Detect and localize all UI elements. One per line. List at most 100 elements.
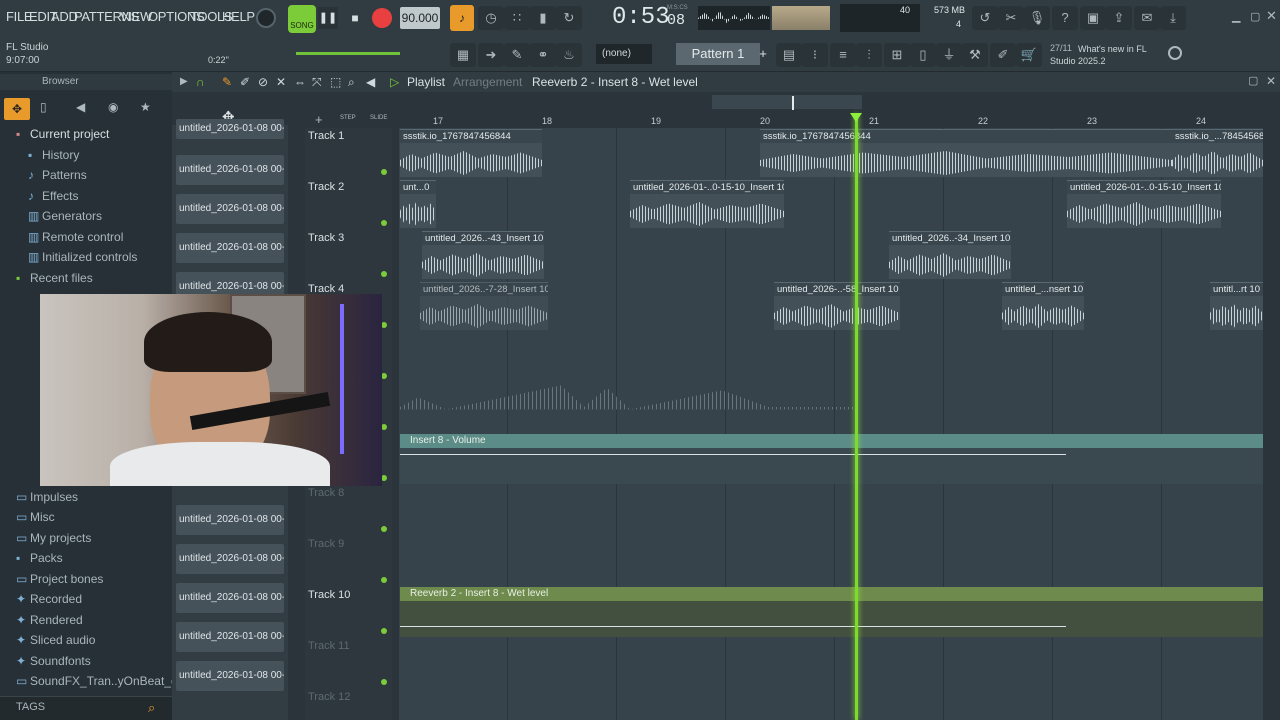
track-mute-led[interactable] bbox=[381, 526, 387, 532]
add-pattern-icon[interactable]: + bbox=[756, 43, 770, 65]
browser-item-soundfx[interactable]: ▭ SoundFX_Tran..yOnBeat_com bbox=[16, 674, 194, 688]
browser-item-recorded[interactable]: ✦ Recorded bbox=[16, 592, 82, 606]
loop-record-icon[interactable]: ↻ bbox=[556, 6, 582, 30]
snap-select[interactable]: (none) bbox=[596, 44, 652, 64]
pause-icon[interactable]: ❚❚ bbox=[318, 7, 338, 29]
song-mode-button[interactable]: SONG bbox=[288, 5, 316, 33]
master-volume-knob[interactable] bbox=[256, 8, 276, 28]
download-icon[interactable]: ⤓ bbox=[1160, 6, 1186, 30]
track-mute-led[interactable] bbox=[381, 271, 387, 277]
browser-files-tab-icon[interactable]: ▯ bbox=[40, 100, 47, 114]
audio-clip[interactable]: untitled_...nsert 10 bbox=[1002, 282, 1084, 330]
browser-favorites-tab-icon[interactable]: ★ bbox=[140, 100, 151, 114]
track-name[interactable]: Track 2 bbox=[308, 181, 344, 193]
browser-item-misc[interactable]: ▭ Misc bbox=[16, 510, 55, 524]
browser-item-rendered[interactable]: ✦ Rendered bbox=[16, 613, 83, 627]
picker-item[interactable]: untitled_2026-01-08 00-... bbox=[176, 622, 284, 652]
browser-item-my-projects[interactable]: ▭ My projects bbox=[16, 531, 91, 545]
piano-roll-icon[interactable]: ▦ bbox=[450, 43, 476, 67]
browser-item-sliced-audio[interactable]: ✦ Sliced audio bbox=[16, 633, 95, 647]
track-name[interactable]: Track 10 bbox=[308, 589, 350, 601]
playlist-scrollbar[interactable] bbox=[1265, 128, 1280, 720]
browser-plugins-tab-icon[interactable]: ◀ bbox=[76, 100, 85, 114]
news-text[interactable]: What's new in FL Studio 2025.2 bbox=[1050, 43, 1160, 67]
audio-clip[interactable]: unt...0 bbox=[400, 180, 436, 228]
audio-clip[interactable]: ssstik.io_1767847456844 bbox=[400, 129, 542, 177]
link-icon[interactable]: ⚭ bbox=[530, 43, 556, 67]
track-mute-led[interactable] bbox=[381, 577, 387, 583]
chat-icon[interactable]: ✉ bbox=[1134, 6, 1160, 30]
audio-clip-muted[interactable]: untitled_2026..-7-28_Insert 10 bbox=[420, 282, 548, 330]
track-name[interactable]: Track 1 bbox=[308, 130, 344, 142]
mic-icon[interactable]: 🎙 bbox=[1024, 6, 1050, 30]
picker-item[interactable]: untitled_2026-01-08 00-... bbox=[176, 194, 284, 224]
main-pitch-slider[interactable] bbox=[296, 52, 400, 55]
browser-item-current-project[interactable]: ▪ Current project bbox=[16, 127, 109, 141]
browser-item-recent-files[interactable]: ▪ Recent files bbox=[16, 271, 93, 285]
browser-all-tab-icon[interactable]: ✥ bbox=[4, 98, 30, 120]
file-icon[interactable]: ▯ bbox=[910, 43, 936, 67]
audio-clip[interactable]: untitled_2026-01-..0-15-10_Insert 10 bbox=[630, 180, 784, 228]
track-name[interactable]: Track 9 bbox=[308, 538, 344, 550]
audio-clip[interactable]: untitled_2026..-43_Insert 10 bbox=[422, 231, 544, 279]
menu-help[interactable]: HELP bbox=[222, 9, 255, 24]
track-mute-led[interactable] bbox=[381, 220, 387, 226]
track-mute-led[interactable] bbox=[381, 679, 387, 685]
paint-tool-icon[interactable]: ✐ bbox=[240, 75, 250, 89]
automation-clip-volume[interactable]: Insert 8 - Volume bbox=[400, 434, 1263, 448]
cut-icon[interactable]: ✂ bbox=[998, 6, 1024, 30]
stamp-icon[interactable]: ♨ bbox=[556, 43, 582, 67]
overview-scroll-thumb[interactable] bbox=[712, 95, 862, 109]
wait-input-icon[interactable]: ◷ bbox=[478, 6, 504, 30]
audio-clip[interactable]: untitled_2026-01-..0-15-10_Insert 10 bbox=[1067, 180, 1221, 228]
save-icon[interactable]: ▣ bbox=[1080, 6, 1106, 30]
playlist-icon[interactable]: ▤ bbox=[776, 43, 802, 67]
audio-clip[interactable]: ssstik.io_1767847456844 bbox=[760, 129, 1172, 177]
record-button[interactable] bbox=[372, 8, 392, 28]
browser-item-effects[interactable]: ♪ Effects bbox=[28, 189, 78, 203]
wrench-icon[interactable]: ⚒ bbox=[962, 43, 988, 67]
playlist-maximize-icon[interactable]: ▢ bbox=[1248, 74, 1258, 87]
track-mute-led[interactable] bbox=[381, 169, 387, 175]
undo-icon[interactable]: ↺ bbox=[972, 6, 998, 30]
export-icon[interactable]: ⇪ bbox=[1106, 6, 1132, 30]
plugin-icon[interactable]: ⏚ bbox=[936, 43, 962, 67]
track-mute-led[interactable] bbox=[381, 628, 387, 634]
minimize-icon[interactable]: ▁ bbox=[1232, 10, 1246, 24]
slice-tool-icon[interactable]: ⤧ bbox=[312, 75, 322, 90]
browser-item-remote-control[interactable]: ▥ Remote control bbox=[28, 230, 123, 244]
countdown-icon[interactable]: ∷ bbox=[504, 6, 530, 30]
track-name[interactable]: Track 8 bbox=[308, 487, 344, 499]
cart-icon[interactable]: 🛒 bbox=[1016, 43, 1042, 67]
magnet-icon[interactable]: ∩ bbox=[196, 75, 205, 89]
track-name[interactable]: Track 11 bbox=[308, 640, 350, 652]
search-icon[interactable]: ⌕ bbox=[148, 700, 164, 716]
speaker-icon[interactable]: ◀ bbox=[366, 75, 375, 89]
playlist-menu-arrow-icon[interactable]: ▶ bbox=[180, 76, 188, 87]
mixer-icon[interactable]: ≡ bbox=[830, 43, 856, 67]
step-edit-icon[interactable]: ▮ bbox=[530, 6, 556, 30]
picker-item[interactable]: untitled_2026-01-08 00-... bbox=[176, 233, 284, 263]
select-tool-icon[interactable]: ⬚ bbox=[330, 75, 341, 89]
browser-icon[interactable]: ⊞ bbox=[884, 43, 910, 67]
close-icon[interactable]: ✕ bbox=[1266, 8, 1280, 23]
playlist-close-icon[interactable]: ✕ bbox=[1266, 74, 1276, 88]
help-icon[interactable]: ? bbox=[1052, 6, 1078, 30]
playhead[interactable] bbox=[855, 114, 858, 720]
playlist-play-icon[interactable]: ▷ bbox=[390, 75, 399, 89]
pattern-select[interactable]: Pattern 1 bbox=[676, 43, 760, 65]
browser-item-generators[interactable]: ▥ Generators bbox=[28, 209, 102, 223]
mixer-sliders-icon[interactable]: ⫶ bbox=[856, 43, 882, 67]
delete-tool-icon[interactable]: ⊘ bbox=[258, 75, 268, 89]
audio-clip[interactable]: untitl...rt 10 bbox=[1210, 282, 1263, 330]
audio-clip[interactable]: untitled_2026..-34_Insert 10 bbox=[889, 231, 1011, 279]
browser-item-project-bones[interactable]: ▭ Project bones bbox=[16, 572, 103, 586]
mute-tool-icon[interactable]: ✕ bbox=[276, 75, 286, 89]
paint-icon[interactable]: ✐ bbox=[990, 43, 1016, 67]
zoom-tool-icon[interactable]: ⌕ bbox=[348, 75, 355, 90]
globe-icon[interactable] bbox=[1168, 46, 1182, 60]
track-name[interactable]: Track 12 bbox=[308, 691, 350, 703]
browser-item-soundfonts[interactable]: ✦ Soundfonts bbox=[16, 654, 91, 668]
browser-item-initialized-controls[interactable]: ▥ Initialized controls bbox=[28, 250, 137, 264]
picker-item[interactable]: untitled_2026-01-08 00-... bbox=[176, 119, 284, 139]
